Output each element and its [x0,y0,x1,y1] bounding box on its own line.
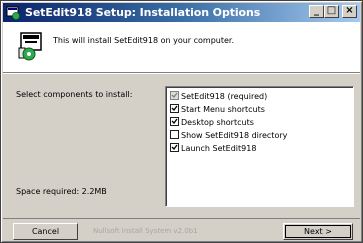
minimize-button[interactable]: _ [309,5,324,18]
next-button[interactable]: Next > [283,223,353,240]
component-label: Launch SetEdit918 [181,144,257,153]
check-icon [171,118,178,124]
component-item-show-directory[interactable]: Show SetEdit918 directory [170,130,287,142]
installer-window: SetEdit918 Setup: Installation Options _… [0,0,363,243]
window-title: SetEdit918 Setup: Installation Options [25,6,261,19]
component-item-required: SetEdit918 (required) [170,91,267,103]
space-required-label: Space required: 2.2MB [16,187,107,196]
maximize-button[interactable]: □ [324,5,339,18]
check-icon [171,105,178,111]
checkbox-show-directory[interactable] [170,130,179,139]
checkbox-desktop[interactable] [170,117,179,126]
component-label: Show SetEdit918 directory [181,131,288,140]
component-item-desktop[interactable]: Desktop shortcuts [170,117,254,129]
checkbox-disabled [170,91,179,100]
check-icon [171,92,178,98]
header-divider [3,73,360,74]
installer-icon [18,32,42,61]
check-icon [171,144,178,150]
components-list[interactable]: SetEdit918 (required) Start Menu shortcu… [165,86,354,207]
footer-divider [3,218,360,219]
component-label: Desktop shortcuts [181,118,254,127]
cancel-button[interactable]: Cancel [13,223,78,240]
select-components-label: Select components to install: [16,90,133,99]
checkbox-launch[interactable] [170,143,179,152]
checkbox-start-menu[interactable] [170,104,179,113]
component-label: SetEdit918 (required) [181,92,268,101]
installer-app-icon [6,6,20,20]
component-item-start-menu[interactable]: Start Menu shortcuts [170,104,265,116]
header-panel: This will install SetEdit918 on your com… [3,22,360,73]
nsis-branding: Nullsoft Install System v2.0b1 [93,227,198,235]
component-label: Start Menu shortcuts [181,105,265,114]
component-item-launch[interactable]: Launch SetEdit918 [170,143,256,155]
title-bar[interactable]: SetEdit918 Setup: Installation Options _… [3,3,360,22]
header-description: This will install SetEdit918 on your com… [53,36,235,45]
close-button[interactable]: × [342,5,357,18]
